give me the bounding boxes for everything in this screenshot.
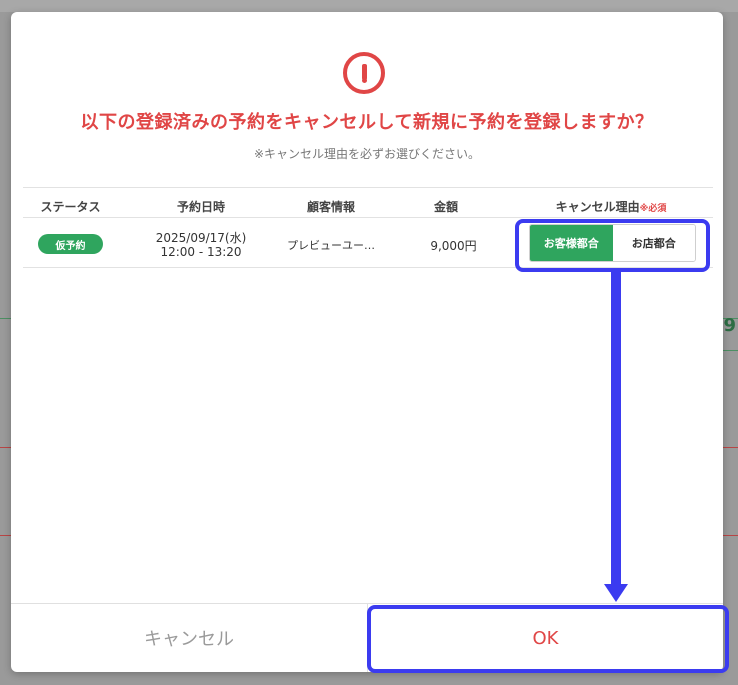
background-top-bar — [0, 0, 738, 12]
cancel-button[interactable]: キャンセル — [11, 604, 367, 672]
background-divider — [0, 535, 11, 536]
background-number: 9 — [723, 315, 736, 336]
customer-info: プレビューユー… — [287, 239, 375, 252]
background-divider — [0, 447, 11, 448]
table-divider — [23, 187, 713, 188]
status-badge: 仮予約 — [38, 234, 103, 254]
required-mark: ※必須 — [639, 204, 667, 214]
header-datetime: 予約日時 — [176, 200, 225, 214]
background-divider — [723, 447, 738, 448]
background-divider — [0, 318, 11, 319]
highlight-ok-box — [367, 605, 729, 673]
header-status: ステータス — [40, 200, 101, 214]
dialog-subtitle: ※キャンセル理由を必ずお選びください。 — [253, 147, 481, 161]
alert-circle-icon — [343, 52, 385, 94]
annotation-arrow — [611, 268, 621, 586]
reservation-time: 12:00 - 13:20 — [160, 245, 242, 259]
highlight-reason-box — [515, 219, 710, 272]
header-reason: キャンセル理由※必須 — [541, 198, 681, 215]
amount-value: 9,000円 — [430, 239, 477, 253]
header-amount: 金額 — [433, 200, 458, 214]
header-reason-label: キャンセル理由 — [555, 200, 640, 214]
table-divider — [23, 217, 713, 218]
background-divider — [723, 535, 738, 536]
dialog-title: 以下の登録済みの予約をキャンセルして新規に予約を登録しますか？ — [80, 112, 654, 133]
reservation-date: 2025/09/17(水) — [155, 231, 247, 245]
header-customer: 顧客情報 — [306, 200, 355, 214]
background-divider — [723, 350, 738, 351]
annotation-arrow-head — [604, 584, 628, 602]
